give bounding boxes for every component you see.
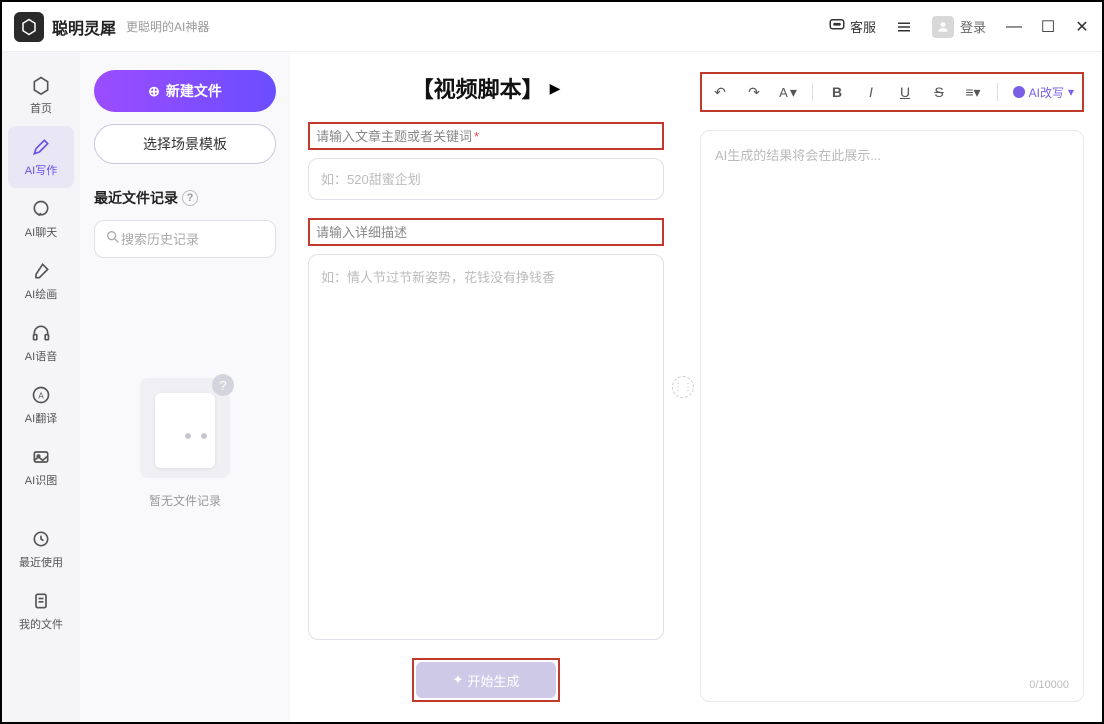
sparkle-icon: ✦ [453,672,464,688]
search-input[interactable] [121,232,297,247]
generate-button-highlight: ✦ 开始生成 [412,658,560,702]
output-panel: ↶ ↷ A▾ B I U S ≡▾ AI改写 ▾ AI生成的结果将会在此展示..… [682,52,1102,722]
app-title: 聪明灵犀 [52,15,116,39]
generate-button[interactable]: ✦ 开始生成 [416,662,556,698]
clock-icon [30,528,52,550]
char-count: 0/10000 [1029,679,1069,691]
redo-button[interactable]: ↷ [744,82,764,102]
chat-icon [828,16,846,37]
field1-label-highlight: 请输入文章主题或者关键词* [308,122,664,150]
sidebar-item-chat[interactable]: AI聊天 [2,188,80,250]
description-textarea[interactable] [308,254,664,640]
sidebar-item-home[interactable]: 首页 [2,64,80,126]
sidebar-item-translate[interactable]: A AI翻译 [2,374,80,436]
undo-button[interactable]: ↶ [710,82,730,102]
sidebar-item-write[interactable]: AI写作 [8,126,74,188]
underline-button[interactable]: U [895,82,915,102]
brush-icon [30,260,52,282]
plus-icon: ⊕ [148,83,160,100]
new-file-button[interactable]: ⊕ 新建文件 [94,70,276,112]
output-textarea[interactable]: AI生成的结果将会在此展示... 0/10000 [700,130,1084,702]
app-logo [14,12,44,42]
file-panel: ⊕ 新建文件 选择场景模板 最近文件记录 ? ? 暂无文件记录 [80,52,290,722]
ai-rewrite-button[interactable]: AI改写 ▾ [1013,84,1074,101]
ai-icon [1013,86,1025,98]
maximize-button[interactable]: ☐ [1040,19,1056,35]
align-button[interactable]: ≡▾ [963,82,983,102]
window-controls: — ☐ ✕ [1006,19,1090,35]
translate-icon: A [30,384,52,406]
strike-button[interactable]: S [929,82,949,102]
home-icon [30,74,52,96]
chevron-down-icon: ▾ [1068,85,1074,99]
svg-text:A: A [38,390,44,400]
help-icon[interactable]: ? [182,190,198,206]
customer-service-button[interactable]: 客服 [828,16,876,37]
recent-files-title: 最近文件记录 ? [94,188,276,208]
avatar-icon [932,16,954,38]
empty-illustration: ? [140,378,230,478]
sidebar: 首页 AI写作 AI聊天 AI绘画 AI语音 A AI翻译 AI识图 [2,52,80,722]
play-icon[interactable]: ▶ [550,80,561,97]
app-subtitle: 更聪明的AI神器 [126,18,209,35]
page-title: 【视频脚本】 [412,72,544,104]
close-button[interactable]: ✕ [1074,19,1090,35]
field2-label-highlight: 请输入详细描述 [308,218,664,246]
italic-button[interactable]: I [861,82,881,102]
sidebar-item-myfiles[interactable]: 我的文件 [2,580,80,642]
image-icon [30,446,52,468]
login-button[interactable]: 登录 [932,16,986,38]
sidebar-item-vision[interactable]: AI识图 [2,436,80,498]
pen-icon [30,136,52,158]
file-icon [30,590,52,612]
sidebar-item-paint[interactable]: AI绘画 [2,250,80,312]
select-template-button[interactable]: 选择场景模板 [94,124,276,164]
search-box[interactable] [94,220,276,258]
empty-state: ? 暂无文件记录 [94,378,276,509]
sidebar-item-recent[interactable]: 最近使用 [2,518,80,580]
bold-button[interactable]: B [827,82,847,102]
text-color-button[interactable]: A▾ [778,82,798,102]
panel-resize-handle[interactable]: ⋮⋮ [672,376,694,398]
minimize-button[interactable]: — [1006,19,1022,35]
header: 聪明灵犀 更聪明的AI神器 客服 登录 — ☐ ✕ [2,2,1102,52]
topic-input[interactable] [308,158,664,200]
chat-bubble-icon [30,198,52,220]
sidebar-item-voice[interactable]: AI语音 [2,312,80,374]
main-form: 【视频脚本】 ▶ 请输入文章主题或者关键词* 请输入详细描述 ✦ 开始生成 ⋮⋮ [290,52,682,722]
search-icon [105,229,121,250]
headphones-icon [30,322,52,344]
menu-button[interactable] [892,15,916,39]
toolbar-highlight: ↶ ↷ A▾ B I U S ≡▾ AI改写 ▾ [700,72,1084,112]
